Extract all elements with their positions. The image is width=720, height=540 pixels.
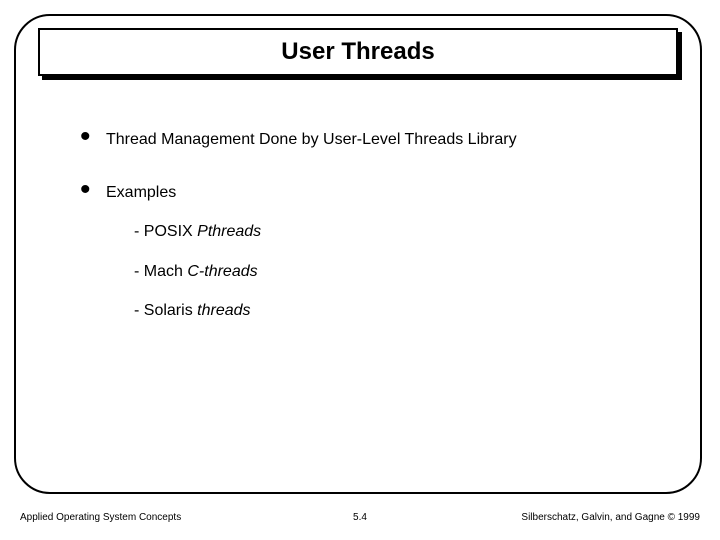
example-emph: threads xyxy=(197,302,250,319)
example-emph: C-threads xyxy=(187,263,257,280)
example-prefix: Mach xyxy=(144,263,188,280)
slide-title: User Threads xyxy=(281,38,434,66)
example-prefix: Solaris xyxy=(144,302,197,319)
example-item: - Mach C-threads xyxy=(106,262,658,281)
example-dash: - xyxy=(134,302,144,319)
bullet-text: Examples xyxy=(106,184,176,201)
bullet-text: Thread Management Done by User-Level Thr… xyxy=(106,131,517,148)
example-emph: Pthreads xyxy=(197,223,261,240)
example-item: - Solaris threads xyxy=(106,301,658,320)
examples-list: - POSIX Pthreads - Mach C-threads - Sola… xyxy=(106,222,658,320)
example-prefix: POSIX xyxy=(144,223,197,240)
bullet-item: Examples - POSIX Pthreads - Mach C-threa… xyxy=(78,183,658,320)
slide-content: Thread Management Done by User-Level Thr… xyxy=(78,130,658,354)
example-dash: - xyxy=(134,263,144,280)
title-box: User Threads xyxy=(38,28,678,76)
bullet-item: Thread Management Done by User-Level Thr… xyxy=(78,130,658,149)
example-item: - POSIX Pthreads xyxy=(106,222,658,241)
example-dash: - xyxy=(134,223,144,240)
footer-copyright: Silberschatz, Galvin, and Gagne © 1999 xyxy=(521,512,700,523)
